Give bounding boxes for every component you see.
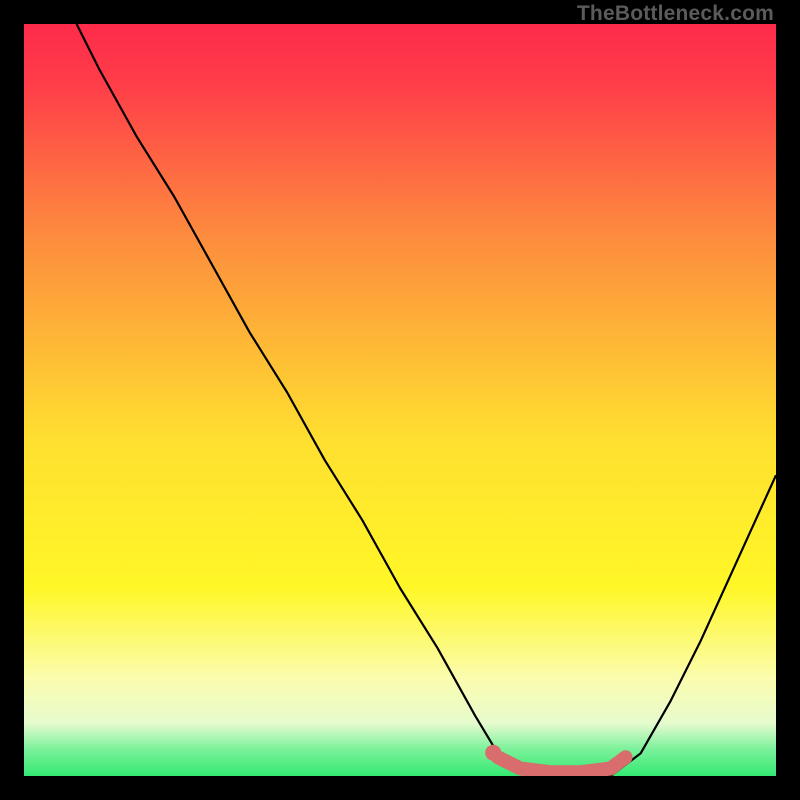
optimal-range-start-dot [485,745,501,761]
chart-frame [24,24,776,776]
bottleneck-chart [24,24,776,776]
watermark-text: TheBottleneck.com [577,2,774,26]
